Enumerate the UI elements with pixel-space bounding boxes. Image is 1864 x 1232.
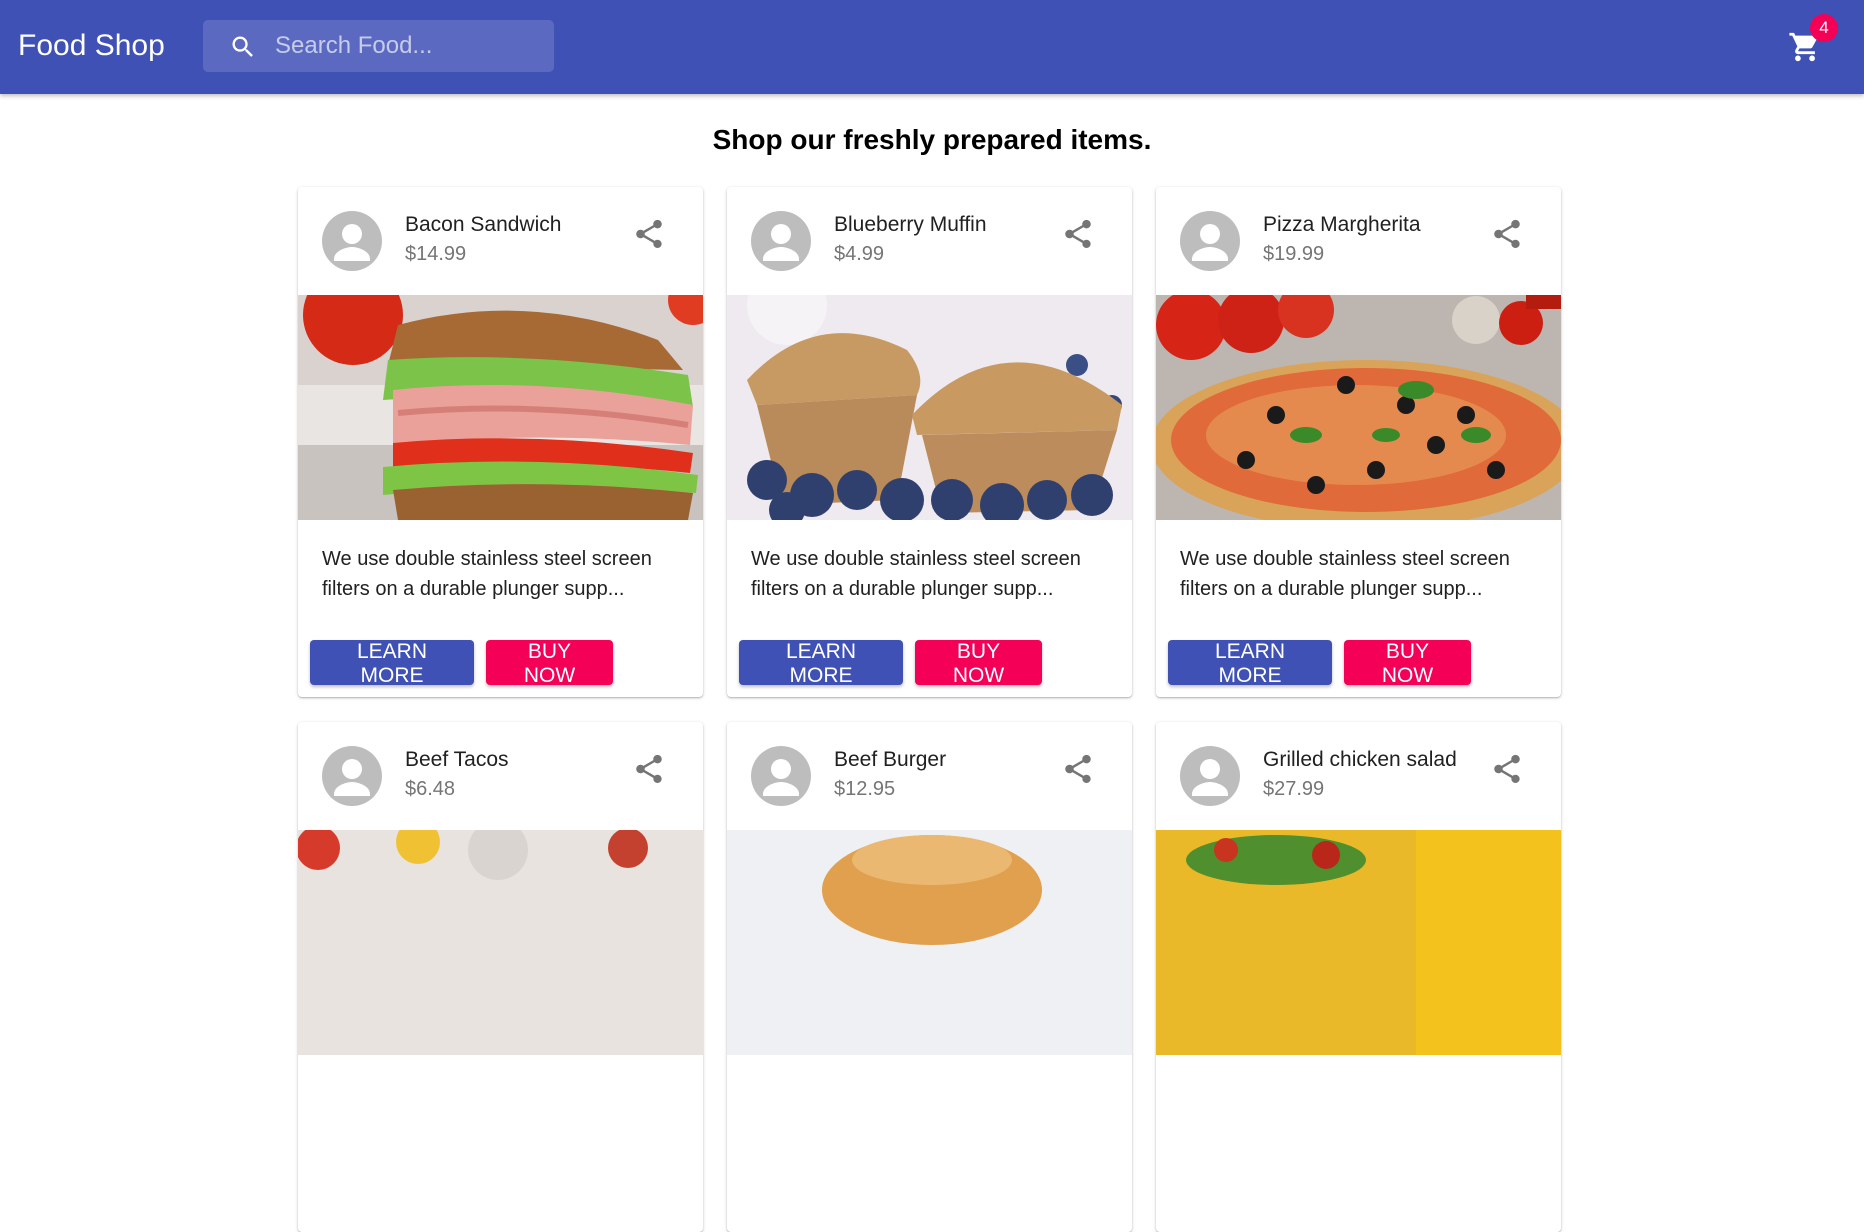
beef-tacos-photo [298, 830, 703, 1055]
cart-count-badge: 4 [1810, 14, 1838, 42]
share-icon [1494, 219, 1520, 249]
share-icon [636, 754, 662, 784]
search-box[interactable] [203, 20, 554, 72]
grilled-chicken-salad-photo [1156, 830, 1561, 1055]
buy-now-button[interactable]: Buy Now [486, 640, 613, 687]
product-title: Grilled chicken salad [1263, 748, 1457, 771]
share-button[interactable] [1490, 752, 1524, 786]
pizza-margherita-photo [1156, 295, 1561, 520]
product-card: Pizza Margherita $19.99 We use double st… [1156, 187, 1561, 697]
blueberry-muffin-photo [727, 295, 1132, 520]
search-input[interactable] [275, 20, 545, 72]
product-price: $12.95 [834, 778, 896, 800]
avatar [1180, 746, 1240, 806]
person-icon [1192, 224, 1228, 261]
share-icon [1065, 219, 1091, 249]
product-description: We use double stainless steel screen fil… [322, 548, 652, 600]
avatar [322, 211, 382, 271]
product-title: Beef Burger [834, 748, 947, 771]
product-description: We use double stainless steel screen fil… [751, 548, 1081, 600]
page-heading: Shop our freshly prepared items. [712, 124, 1152, 155]
product-title: Blueberry Muffin [834, 213, 987, 236]
product-price: $6.48 [405, 778, 456, 800]
product-title: Beef Tacos [405, 748, 509, 771]
share-button[interactable] [1490, 217, 1524, 251]
share-button[interactable] [1061, 217, 1095, 251]
share-icon [1065, 754, 1091, 784]
product-card: Blueberry Muffin $4.99 We use double sta… [727, 187, 1132, 697]
app-title[interactable]: Food Shop [18, 28, 165, 64]
learn-more-button[interactable]: Learn More [310, 640, 474, 687]
app-bar: Food Shop 4 [0, 0, 1864, 94]
share-button[interactable] [632, 752, 666, 786]
product-description: We use double stainless steel screen fil… [1180, 548, 1510, 600]
person-icon [763, 759, 799, 796]
learn-more-button[interactable]: Learn More [1168, 640, 1332, 687]
share-button[interactable] [632, 217, 666, 251]
cart-button[interactable]: 4 [1784, 14, 1838, 66]
avatar [322, 746, 382, 806]
bacon-sandwich-photo [298, 295, 703, 520]
search-icon [232, 36, 253, 57]
share-button[interactable] [1061, 752, 1095, 786]
avatar [1180, 211, 1240, 271]
product-card: Bacon Sandwich $14.99 We use double stai… [298, 187, 703, 697]
product-title: Bacon Sandwich [405, 213, 562, 236]
share-icon [636, 219, 662, 249]
product-card: Beef Burger $12.95 [727, 722, 1132, 1232]
person-icon [1192, 759, 1228, 796]
product-price: $27.99 [1263, 778, 1325, 800]
person-icon [334, 224, 370, 261]
buy-now-button[interactable]: Buy Now [915, 640, 1042, 687]
buy-now-button[interactable]: Buy Now [1344, 640, 1471, 687]
product-price: $14.99 [405, 243, 467, 265]
share-icon [1494, 754, 1520, 784]
avatar [751, 746, 811, 806]
person-icon [763, 224, 799, 261]
avatar [751, 211, 811, 271]
product-card: Grilled chicken salad $27.99 [1156, 722, 1561, 1232]
learn-more-button[interactable]: Learn More [739, 640, 903, 687]
product-card: Beef Tacos $6.48 [298, 722, 703, 1232]
product-price: $4.99 [834, 243, 885, 265]
person-icon [334, 759, 370, 796]
product-price: $19.99 [1263, 243, 1325, 265]
beef-burger-photo [727, 830, 1132, 1055]
product-title: Pizza Margherita [1263, 213, 1421, 236]
